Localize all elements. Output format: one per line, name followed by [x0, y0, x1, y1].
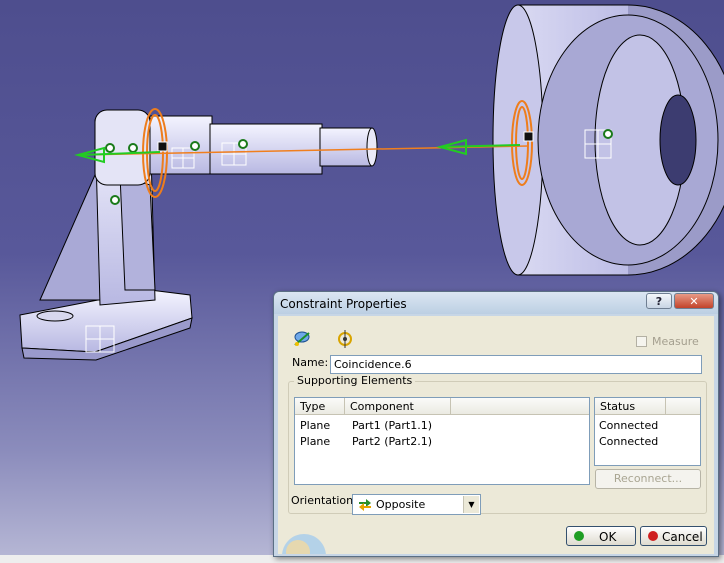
column-header-type[interactable]: Type — [295, 398, 345, 415]
reconnect-label: Reconnect... — [613, 472, 683, 485]
row-2-status: Connected — [599, 435, 659, 448]
row-2-component[interactable]: Part2 (Part2.1) — [352, 435, 432, 448]
wheel-part[interactable] — [492, 4, 724, 276]
dialog-titlebar[interactable]: Constraint Properties ? ✕ — [274, 292, 718, 314]
reference-icon[interactable] — [334, 328, 356, 350]
ok-led-icon — [574, 531, 584, 541]
status-table[interactable]: Status Connected Connected — [594, 397, 701, 466]
row-1-status: Connected — [599, 419, 659, 432]
name-field[interactable]: Coincidence.6 — [330, 355, 702, 374]
cancel-led-icon — [648, 531, 658, 541]
row-2-type[interactable]: Plane — [300, 435, 330, 448]
row-1-type[interactable]: Plane — [300, 419, 330, 432]
row-1-component[interactable]: Part1 (Part1.1) — [352, 419, 432, 432]
orientation-select[interactable]: Opposite ▼ — [352, 494, 481, 515]
dialog-body: Measure Name: Coincidence.6 Supporting E… — [278, 316, 714, 554]
name-label: Name: — [292, 356, 329, 369]
help-icon: ? — [655, 295, 663, 308]
help-button[interactable]: ? — [646, 293, 672, 309]
orientation-value: Opposite — [376, 498, 426, 511]
constraint-icon[interactable] — [291, 328, 313, 350]
close-button[interactable]: ✕ — [674, 293, 714, 309]
column-header-component[interactable]: Component — [345, 398, 451, 415]
cancel-label: Cancel — [662, 530, 703, 544]
ok-button[interactable]: OK — [566, 526, 636, 546]
compass-icon — [278, 522, 328, 554]
orientation-icon — [357, 497, 373, 516]
orientation-label: Orientation — [291, 494, 354, 507]
constraint-properties-dialog: Constraint Properties ? ✕ Measure Name: … — [273, 291, 719, 557]
elements-table[interactable]: Type Component Plane Part1 (Part1.1) Pla… — [294, 397, 590, 485]
supporting-elements-title: Supporting Elements — [294, 374, 416, 387]
cancel-button[interactable]: Cancel — [640, 526, 707, 546]
dropdown-arrow-icon[interactable]: ▼ — [463, 496, 479, 513]
reconnect-button[interactable]: Reconnect... — [595, 469, 701, 489]
name-value: Coincidence.6 — [334, 358, 412, 371]
dialog-title: Constraint Properties — [280, 297, 407, 311]
column-header-status[interactable]: Status — [595, 398, 666, 415]
measure-checkbox[interactable] — [636, 336, 647, 347]
close-icon: ✕ — [689, 295, 699, 308]
column-header-blank — [451, 398, 589, 415]
column-header-status-blank — [666, 398, 700, 415]
ok-label: OK — [599, 530, 617, 544]
measure-label: Measure — [652, 335, 699, 348]
